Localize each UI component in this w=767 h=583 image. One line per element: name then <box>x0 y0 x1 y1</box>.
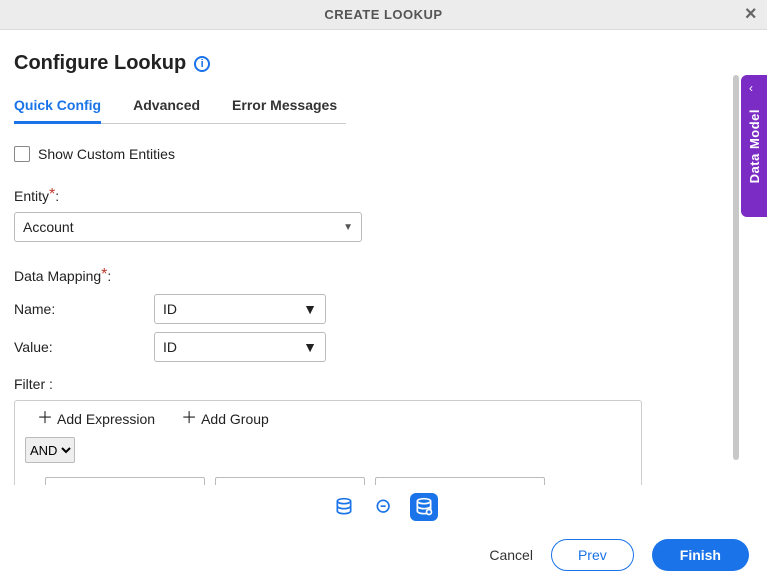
dialog-title: CREATE LOOKUP <box>324 7 442 22</box>
filter-condition-row: ID Equal <box>45 477 631 485</box>
plus-icon: ＋ <box>181 412 197 426</box>
chevron-down-icon: ▼ <box>303 339 317 355</box>
mapping-name-label: Name: <box>14 301 144 317</box>
info-icon[interactable]: i <box>194 56 210 72</box>
chevron-left-icon: ‹ <box>749 81 753 95</box>
add-group-button[interactable]: ＋ Add Group <box>181 411 269 427</box>
prev-button[interactable]: Prev <box>551 539 634 571</box>
tab-quick-config[interactable]: Quick Config <box>14 91 101 124</box>
step-query-icon[interactable] <box>370 493 398 521</box>
trash-icon[interactable] <box>555 483 573 485</box>
mapping-name-select[interactable]: ID ▼ <box>154 294 326 324</box>
dialog-footer: Cancel Prev Finish <box>0 527 767 583</box>
chevron-down-icon: ▼ <box>343 222 353 233</box>
data-model-side-tab[interactable]: ‹ Data Model <box>741 75 767 217</box>
chevron-down-icon: ▼ <box>303 301 317 317</box>
filter-label: Filter : <box>14 376 753 392</box>
condition-value-input[interactable] <box>375 477 545 485</box>
tab-advanced[interactable]: Advanced <box>133 91 200 124</box>
required-asterisk: * <box>101 266 107 283</box>
wizard-step-bar <box>0 487 767 527</box>
logic-select[interactable]: AND <box>25 437 75 463</box>
mapping-value-select[interactable]: ID ▼ <box>154 332 326 362</box>
data-mapping-label: Data Mapping*: <box>14 268 753 286</box>
finish-button[interactable]: Finish <box>652 539 749 571</box>
scrollbar[interactable] <box>733 75 739 460</box>
entity-select-value: Account <box>23 219 74 235</box>
step-config-icon[interactable] <box>410 493 438 521</box>
tab-bar: Quick Config Advanced Error Messages <box>14 91 753 124</box>
data-model-label: Data Model <box>747 109 762 183</box>
mapping-name-value: ID <box>163 301 177 317</box>
tab-error-messages[interactable]: Error Messages <box>232 91 337 124</box>
condition-field-select[interactable]: ID <box>45 477 205 485</box>
add-expression-button[interactable]: ＋ Add Expression <box>37 411 155 427</box>
mapping-value-value: ID <box>163 339 177 355</box>
entity-label: Entity*: <box>14 188 753 206</box>
mapping-value-label: Value: <box>14 339 144 355</box>
dialog-title-bar: CREATE LOOKUP × <box>0 0 767 30</box>
entity-select[interactable]: Account ▼ <box>14 212 362 242</box>
dialog-content: Configure Lookup i Quick Config Advanced… <box>0 30 767 485</box>
show-custom-entities-checkbox[interactable] <box>14 146 30 162</box>
step-database-icon[interactable] <box>330 493 358 521</box>
condition-operator-select[interactable]: Equal <box>215 477 365 485</box>
close-icon[interactable]: × <box>745 4 757 24</box>
plus-icon: ＋ <box>37 412 53 426</box>
show-custom-entities-label: Show Custom Entities <box>38 146 175 162</box>
filter-builder: ＋ Add Expression ＋ Add Group AND ID Equa… <box>14 400 642 485</box>
page-title: Configure Lookup <box>14 52 186 75</box>
required-asterisk: * <box>49 186 55 203</box>
cancel-button[interactable]: Cancel <box>489 547 533 563</box>
